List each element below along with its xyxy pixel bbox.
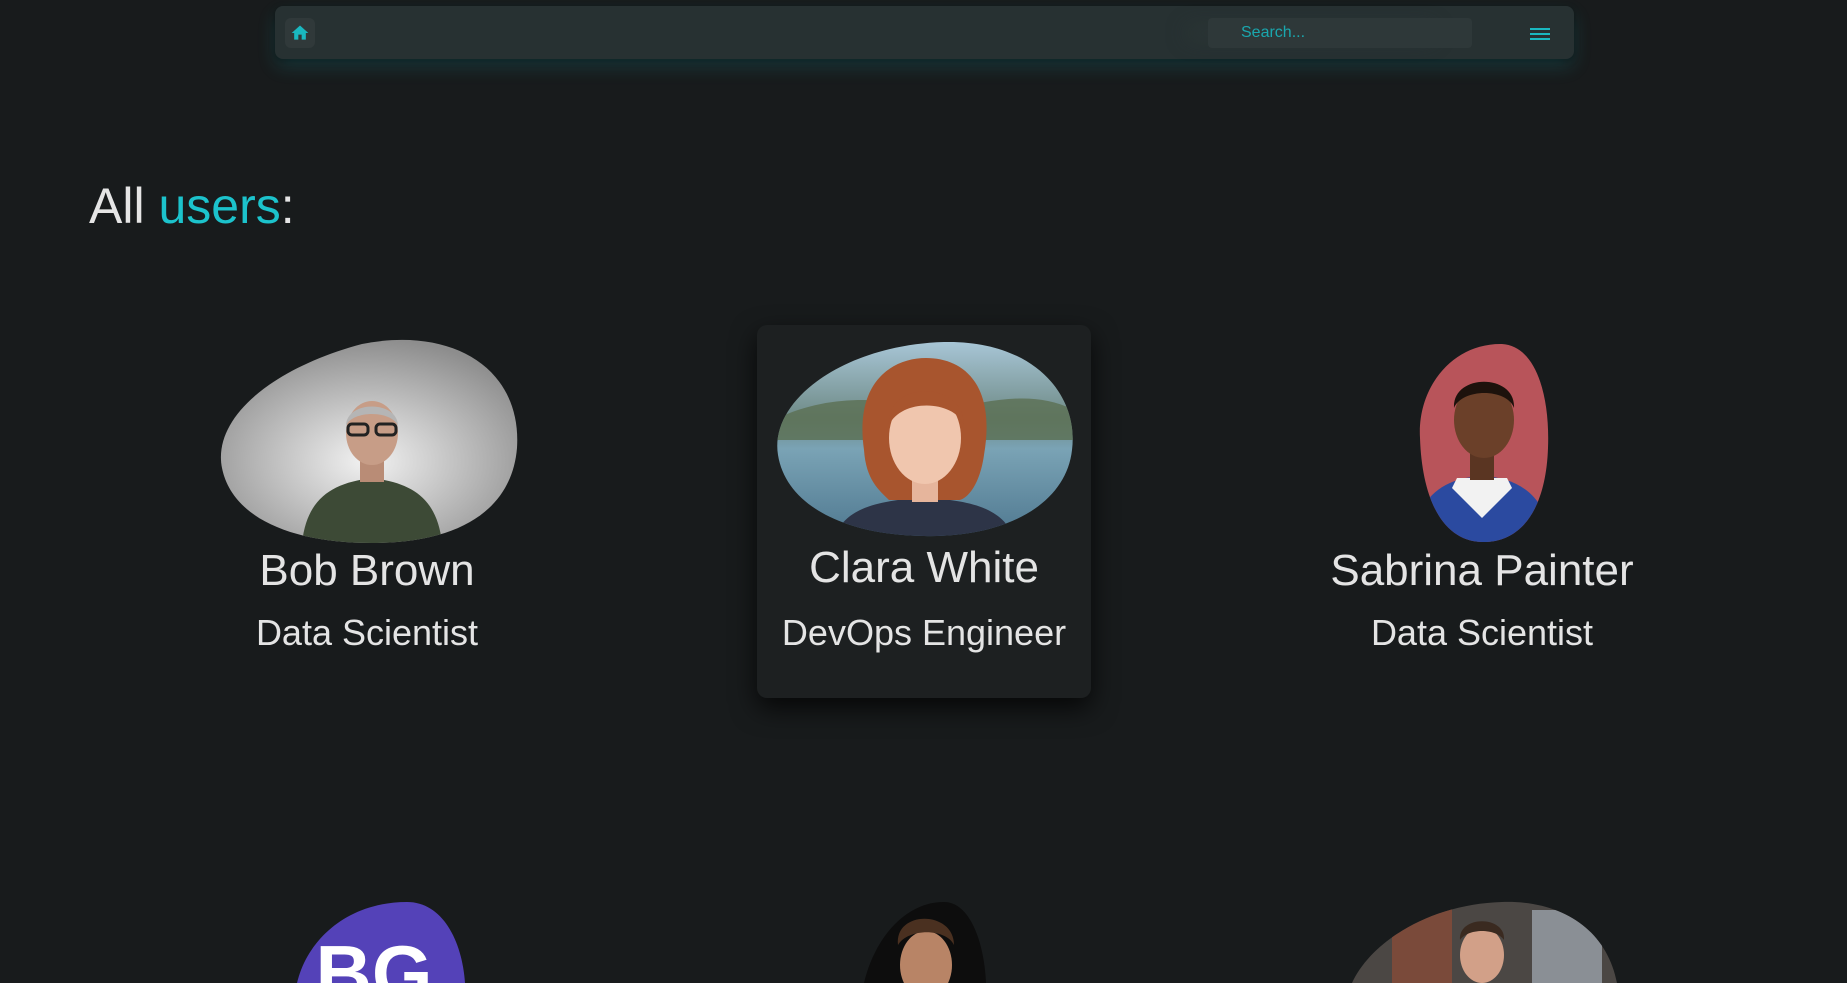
user-avatar xyxy=(864,902,986,983)
user-card-initials[interactable]: BG xyxy=(200,900,534,983)
page-title-suffix: : xyxy=(280,178,295,234)
user-avatar xyxy=(220,339,518,543)
user-card-bob-brown[interactable]: Bob Brown Data Scientist xyxy=(200,338,534,655)
user-role: Data Scientist xyxy=(255,612,479,653)
search-input[interactable] xyxy=(1208,18,1472,48)
page-title: All users: xyxy=(89,174,295,238)
page-title-accent: users xyxy=(158,178,281,234)
user-avatar xyxy=(1352,901,1617,983)
user-initials: BG xyxy=(316,929,433,983)
user-card-sabrina-painter[interactable]: Sabrina Painter Data Scientist xyxy=(1315,338,1649,655)
home-icon xyxy=(291,25,309,40)
menu-button[interactable] xyxy=(1527,21,1553,47)
top-navbar xyxy=(275,6,1574,59)
user-name: Sabrina Painter xyxy=(1330,546,1634,595)
user-role: Data Scientist xyxy=(1370,612,1594,653)
user-card-man-outdoors[interactable] xyxy=(1315,900,1649,983)
user-name: Bob Brown xyxy=(259,546,475,595)
home-button[interactable] xyxy=(285,18,315,48)
hamburger-menu-icon xyxy=(1530,28,1550,40)
user-avatar xyxy=(777,341,1073,537)
user-card-clara-white[interactable]: Clara White DevOps Engineer xyxy=(757,325,1091,698)
user-avatar: BG xyxy=(297,902,465,983)
user-name: Clara White xyxy=(809,543,1039,592)
user-avatar xyxy=(1419,343,1549,543)
user-card-bearded-man[interactable] xyxy=(757,900,1091,983)
user-role: DevOps Engineer xyxy=(781,612,1067,653)
page-title-prefix: All xyxy=(89,178,159,234)
